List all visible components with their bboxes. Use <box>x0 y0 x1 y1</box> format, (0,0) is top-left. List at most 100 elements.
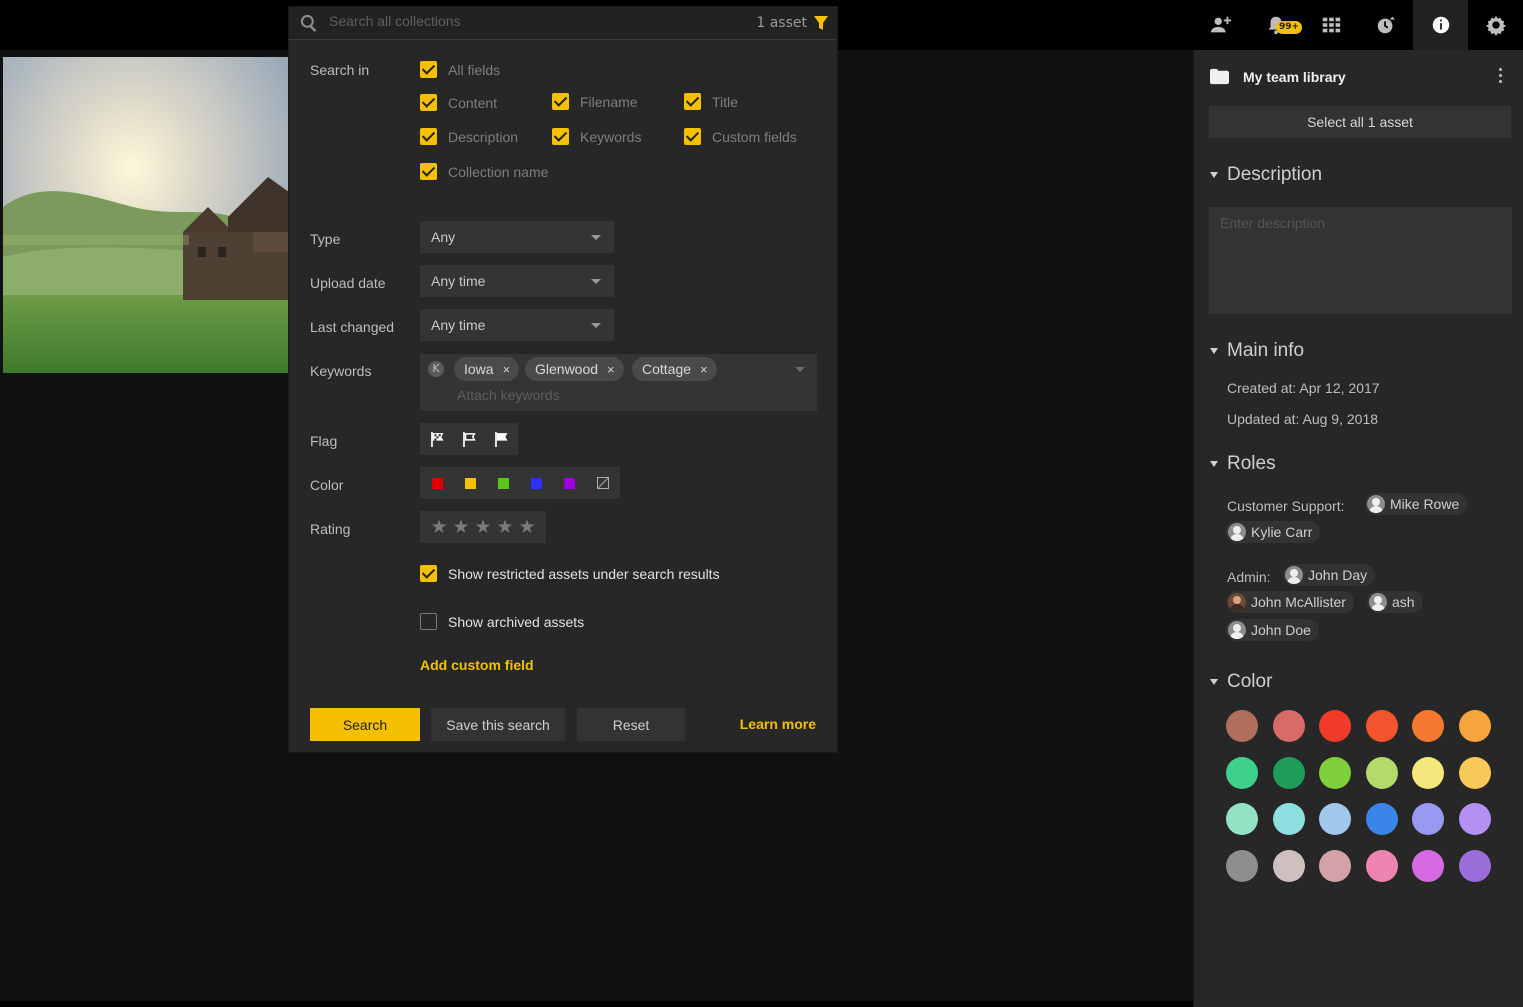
color-yellow-button[interactable] <box>454 467 487 499</box>
checkbox-checked[interactable] <box>420 128 437 145</box>
color-swatch[interactable] <box>1458 710 1491 742</box>
star-icon[interactable]: ★ <box>450 511 472 543</box>
star-icon[interactable]: ★ <box>472 511 494 543</box>
chevron-down-icon[interactable] <box>795 367 805 372</box>
notifications-button[interactable]: 99+ <box>1248 0 1303 50</box>
content-checkbox[interactable]: Content <box>420 94 497 111</box>
star-icon[interactable]: ★ <box>494 511 516 543</box>
flag-outline-button[interactable] <box>453 423 485 455</box>
custom-fields-checkbox[interactable]: Custom fields <box>684 128 797 145</box>
star-icon[interactable]: ★ <box>428 511 450 543</box>
description-checkbox[interactable]: Description <box>420 128 518 145</box>
more-options-icon[interactable] <box>1499 68 1503 86</box>
keyword-chip[interactable]: Glenwood × <box>525 357 624 381</box>
color-swatch[interactable] <box>1412 710 1444 742</box>
description-section-toggle[interactable]: Description <box>1210 164 1322 186</box>
settings-button[interactable] <box>1468 0 1523 50</box>
flag-picked-button[interactable] <box>421 423 453 455</box>
learn-more-link[interactable]: Learn more <box>740 716 816 732</box>
no-color-button[interactable] <box>586 467 619 499</box>
info-button[interactable] <box>1413 0 1468 50</box>
caret-down-icon <box>1210 172 1218 178</box>
all-fields-checkbox[interactable]: All fields <box>420 61 500 78</box>
color-swatch[interactable] <box>1272 849 1305 882</box>
color-swatch[interactable] <box>1412 803 1444 835</box>
reset-button[interactable]: Reset <box>577 708 685 741</box>
keyword-input[interactable] <box>457 387 707 403</box>
user-chip[interactable]: John Day <box>1283 564 1376 586</box>
color-swatch[interactable] <box>1226 849 1258 882</box>
roles-section-toggle[interactable]: Roles <box>1210 453 1276 475</box>
checkbox-checked[interactable] <box>552 128 569 145</box>
color-section-toggle[interactable]: Color <box>1210 671 1272 693</box>
type-select[interactable]: Any <box>420 221 614 253</box>
close-icon[interactable]: × <box>503 362 511 377</box>
asset-thumbnail[interactable] <box>3 57 289 373</box>
add-custom-field-link[interactable]: Add custom field <box>420 657 534 673</box>
color-swatch[interactable] <box>1319 710 1351 742</box>
add-user-button[interactable] <box>1193 0 1248 50</box>
collection-name-checkbox[interactable]: Collection name <box>420 163 548 180</box>
flag-filled-button[interactable] <box>485 423 517 455</box>
color-swatch[interactable] <box>1458 756 1491 789</box>
color-swatch[interactable] <box>1319 803 1351 835</box>
apps-button[interactable] <box>1303 0 1358 50</box>
search-button[interactable]: Search <box>310 708 420 741</box>
color-swatch[interactable] <box>1272 756 1305 789</box>
show-archived-checkbox[interactable]: Show archived assets <box>420 613 584 630</box>
color-swatch[interactable] <box>1365 803 1398 835</box>
last-changed-label: Last changed <box>310 319 395 335</box>
color-swatch[interactable] <box>1458 849 1491 882</box>
color-red-button[interactable] <box>421 467 454 499</box>
filename-checkbox[interactable]: Filename <box>552 93 638 110</box>
user-chip[interactable]: ash <box>1367 591 1423 613</box>
checkbox-checked[interactable] <box>684 93 701 110</box>
checkbox-unchecked[interactable] <box>420 613 437 630</box>
color-swatch[interactable] <box>1272 803 1305 835</box>
color-swatch[interactable] <box>1226 803 1258 835</box>
color-swatch[interactable] <box>1365 710 1398 742</box>
keywords-field[interactable]: K Iowa × Glenwood × Cottage × <box>420 354 817 411</box>
search-input[interactable] <box>329 13 729 29</box>
checkbox-checked[interactable] <box>684 128 701 145</box>
star-icon[interactable]: ★ <box>516 511 538 543</box>
main-info-section-toggle[interactable]: Main info <box>1210 340 1304 362</box>
keyword-chip[interactable]: Cottage × <box>632 357 717 381</box>
color-swatch[interactable] <box>1319 756 1351 789</box>
color-green-button[interactable] <box>487 467 520 499</box>
user-chip[interactable]: Mike Rowe <box>1365 493 1468 515</box>
history-button[interactable] <box>1358 0 1413 50</box>
color-swatch[interactable] <box>1365 756 1398 789</box>
color-swatch[interactable] <box>1412 756 1444 789</box>
checkbox-checked[interactable] <box>420 94 437 111</box>
color-swatch[interactable] <box>1226 710 1258 742</box>
color-swatch[interactable] <box>1272 710 1305 742</box>
user-chip[interactable]: Kylie Carr <box>1226 521 1321 543</box>
checkbox-checked[interactable] <box>552 93 569 110</box>
save-search-button[interactable]: Save this search <box>431 708 565 741</box>
color-swatch[interactable] <box>1319 849 1351 882</box>
last-changed-select[interactable]: Any time <box>420 309 614 341</box>
title-checkbox[interactable]: Title <box>684 93 738 110</box>
checkbox-checked[interactable] <box>420 565 437 582</box>
keywords-checkbox[interactable]: Keywords <box>552 128 641 145</box>
checkbox-checked[interactable] <box>420 61 437 78</box>
color-purple-button[interactable] <box>553 467 586 499</box>
filter-icon[interactable] <box>813 15 829 31</box>
close-icon[interactable]: × <box>700 362 708 377</box>
color-blue-button[interactable] <box>520 467 553 499</box>
color-swatch[interactable] <box>1458 803 1491 835</box>
checkbox-checked[interactable] <box>420 163 437 180</box>
color-swatch[interactable] <box>1365 849 1398 882</box>
select-all-button[interactable]: Select all 1 asset <box>1209 106 1511 138</box>
keyword-chip[interactable]: Iowa × <box>454 357 520 381</box>
description-field[interactable] <box>1209 207 1512 314</box>
user-chip[interactable]: John Doe <box>1226 619 1319 641</box>
no-color-icon <box>596 477 609 489</box>
close-icon[interactable]: × <box>607 362 615 377</box>
color-swatch[interactable] <box>1412 849 1444 882</box>
user-chip[interactable]: John McAllister <box>1226 591 1354 613</box>
upload-date-select[interactable]: Any time <box>420 265 614 297</box>
show-restricted-checkbox[interactable]: Show restricted assets under search resu… <box>420 565 720 582</box>
color-swatch[interactable] <box>1226 756 1258 789</box>
